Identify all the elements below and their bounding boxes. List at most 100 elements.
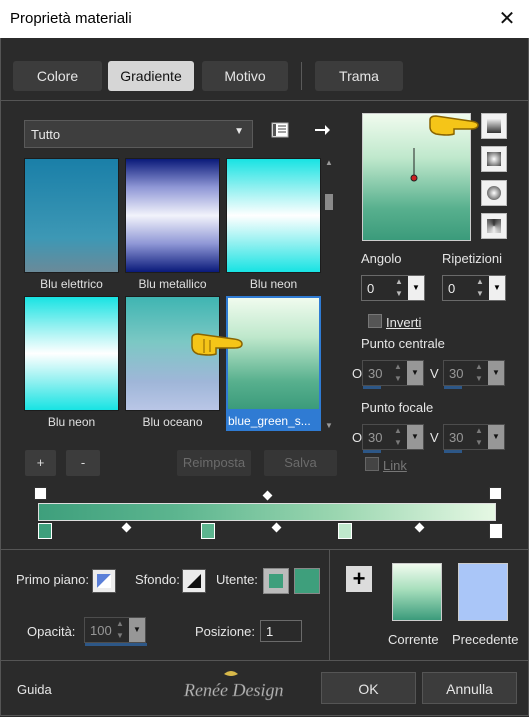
tab-colore[interactable]: Colore — [13, 61, 102, 91]
cancel-button[interactable]: Annulla — [422, 672, 517, 704]
gallery-item[interactable]: Blu metallico — [125, 158, 220, 291]
user-color-swatch[interactable] — [263, 568, 289, 594]
spin-arrows-icon[interactable]: ▲ ▼ — [473, 276, 487, 300]
link-label: Link — [383, 458, 407, 473]
foreground-gradient-button[interactable] — [92, 569, 116, 593]
tab-divider — [301, 62, 302, 90]
rectangular-style-button[interactable] — [481, 146, 507, 172]
gallery-item[interactable]: Blu neon — [24, 296, 119, 429]
add-gradient-button[interactable]: + — [25, 450, 56, 476]
resource-library-icon[interactable] — [271, 122, 289, 138]
add-swatch-button[interactable]: + — [346, 566, 372, 592]
radial-style-button[interactable] — [481, 213, 507, 239]
angle-handle-icon[interactable] — [407, 148, 421, 184]
window-title: Proprietà materiali — [10, 10, 132, 27]
save-button[interactable]: Salva — [264, 450, 337, 476]
category-select[interactable]: Tutto ▼ — [24, 120, 253, 148]
color-stop[interactable] — [338, 523, 352, 539]
title-bar: Proprietà materiali ✕ — [0, 0, 529, 38]
dropdown-arrow-icon[interactable]: ▼ — [129, 618, 145, 642]
invert-checkbox[interactable] — [368, 314, 382, 328]
previous-swatch[interactable] — [458, 563, 508, 621]
tab-motivo[interactable]: Motivo — [202, 61, 288, 91]
focal-o-stepper[interactable]: 30 ▲ ▼ ▼ — [362, 424, 424, 453]
sunburst-style-button[interactable] — [481, 180, 507, 206]
focal-v-label: V — [430, 430, 439, 445]
dropdown-arrow-icon[interactable]: ▼ — [408, 276, 424, 300]
center-o-value: 30 — [368, 366, 383, 381]
gallery-item-label: Blu neon — [249, 277, 298, 291]
gallery-scrollbar[interactable]: ▲ ▼ — [324, 158, 334, 430]
gallery-item-selected[interactable]: blue_green_s... — [226, 296, 321, 431]
tab-trama[interactable]: Trama — [315, 61, 403, 91]
gallery-item[interactable]: Blu oceano — [125, 296, 220, 429]
user-color-swatch-2[interactable] — [294, 568, 320, 594]
center-point-label: Punto centrale — [361, 336, 445, 351]
current-swatch[interactable] — [392, 563, 442, 621]
close-icon[interactable]: ✕ — [496, 8, 518, 30]
focal-v-stepper[interactable]: 30 ▲ ▼ ▼ — [443, 424, 505, 453]
opacity-label: Opacità: — [27, 624, 76, 639]
scroll-up-icon[interactable]: ▲ — [324, 158, 334, 167]
help-link[interactable]: Guida — [17, 682, 52, 697]
gallery-item[interactable]: Blu neon — [226, 158, 321, 291]
dropdown-arrow-icon[interactable]: ▼ — [488, 361, 504, 385]
color-stop[interactable] — [489, 523, 503, 539]
gradient-thumbnail — [125, 158, 220, 273]
link-checkbox[interactable] — [365, 457, 379, 471]
spin-arrows-icon[interactable]: ▲ ▼ — [392, 276, 406, 300]
angle-stepper[interactable]: 0 ▲ ▼ ▼ — [361, 275, 425, 301]
dropdown-arrow-icon[interactable]: ▼ — [488, 425, 504, 449]
center-v-value: 30 — [449, 366, 464, 381]
arrow-right-icon[interactable] — [313, 122, 331, 138]
scrollbar-thumb[interactable] — [325, 194, 333, 210]
gallery-item-label: Blu metallico — [138, 277, 207, 291]
end-transparency-marker[interactable] — [489, 487, 502, 500]
gallery-item-label: Blu oceano — [142, 415, 203, 429]
position-input[interactable]: 1 — [260, 620, 302, 642]
spin-arrows-icon[interactable]: ▲ ▼ — [472, 361, 486, 385]
spin-arrows-icon[interactable]: ▲ ▼ — [391, 361, 405, 385]
focal-o-label: O — [352, 430, 363, 445]
angle-value: 0 — [367, 281, 375, 296]
spin-arrows-icon[interactable]: ▲ ▼ — [113, 618, 127, 642]
chevron-down-icon: ▼ — [234, 126, 244, 137]
opacity-stepper[interactable]: 100 ▲ ▼ ▼ — [84, 617, 147, 646]
center-o-stepper[interactable]: 30 ▲ ▼ ▼ — [362, 360, 424, 389]
gradient-bar[interactable] — [38, 503, 496, 521]
current-label: Corrente — [388, 632, 439, 647]
value-bar — [85, 643, 147, 646]
focal-o-value: 30 — [368, 430, 383, 445]
color-stop[interactable] — [201, 523, 215, 539]
position-label: Posizione: — [195, 624, 255, 639]
center-v-label: V — [430, 366, 439, 381]
position-value: 1 — [266, 624, 274, 639]
color-stop[interactable] — [38, 523, 52, 539]
ok-button[interactable]: OK — [321, 672, 416, 704]
dropdown-arrow-icon[interactable]: ▼ — [407, 425, 423, 449]
invert-label: Inverti — [386, 315, 422, 330]
background-label: Sfondo: — [135, 572, 180, 587]
dropdown-arrow-icon[interactable]: ▼ — [407, 361, 423, 385]
foreground-label: Primo piano: — [16, 572, 89, 587]
repeats-stepper[interactable]: 0 ▲ ▼ ▼ — [442, 275, 506, 301]
spin-arrows-icon[interactable]: ▲ ▼ — [472, 425, 486, 449]
remove-gradient-button[interactable]: - — [66, 450, 100, 476]
angle-label: Angolo — [361, 251, 402, 266]
start-transparency-marker[interactable] — [34, 487, 47, 500]
reset-button[interactable]: Reimposta — [177, 450, 251, 476]
scroll-down-icon[interactable]: ▼ — [324, 421, 334, 430]
gallery-item-label: Blu elettrico — [40, 277, 103, 291]
value-bar — [444, 386, 462, 389]
background-gradient-button[interactable] — [182, 569, 206, 593]
value-bar — [363, 386, 381, 389]
focal-v-value: 30 — [449, 430, 464, 445]
center-v-stepper[interactable]: 30 ▲ ▼ ▼ — [443, 360, 505, 389]
dropdown-arrow-icon[interactable]: ▼ — [489, 276, 505, 300]
spin-arrows-icon[interactable]: ▲ ▼ — [391, 425, 405, 449]
tab-gradiente[interactable]: Gradiente — [108, 61, 194, 91]
divider — [329, 550, 330, 660]
gallery-item[interactable]: Blu elettrico — [24, 158, 119, 291]
linear-style-button[interactable] — [481, 113, 507, 139]
previous-label: Precedente — [452, 632, 519, 647]
